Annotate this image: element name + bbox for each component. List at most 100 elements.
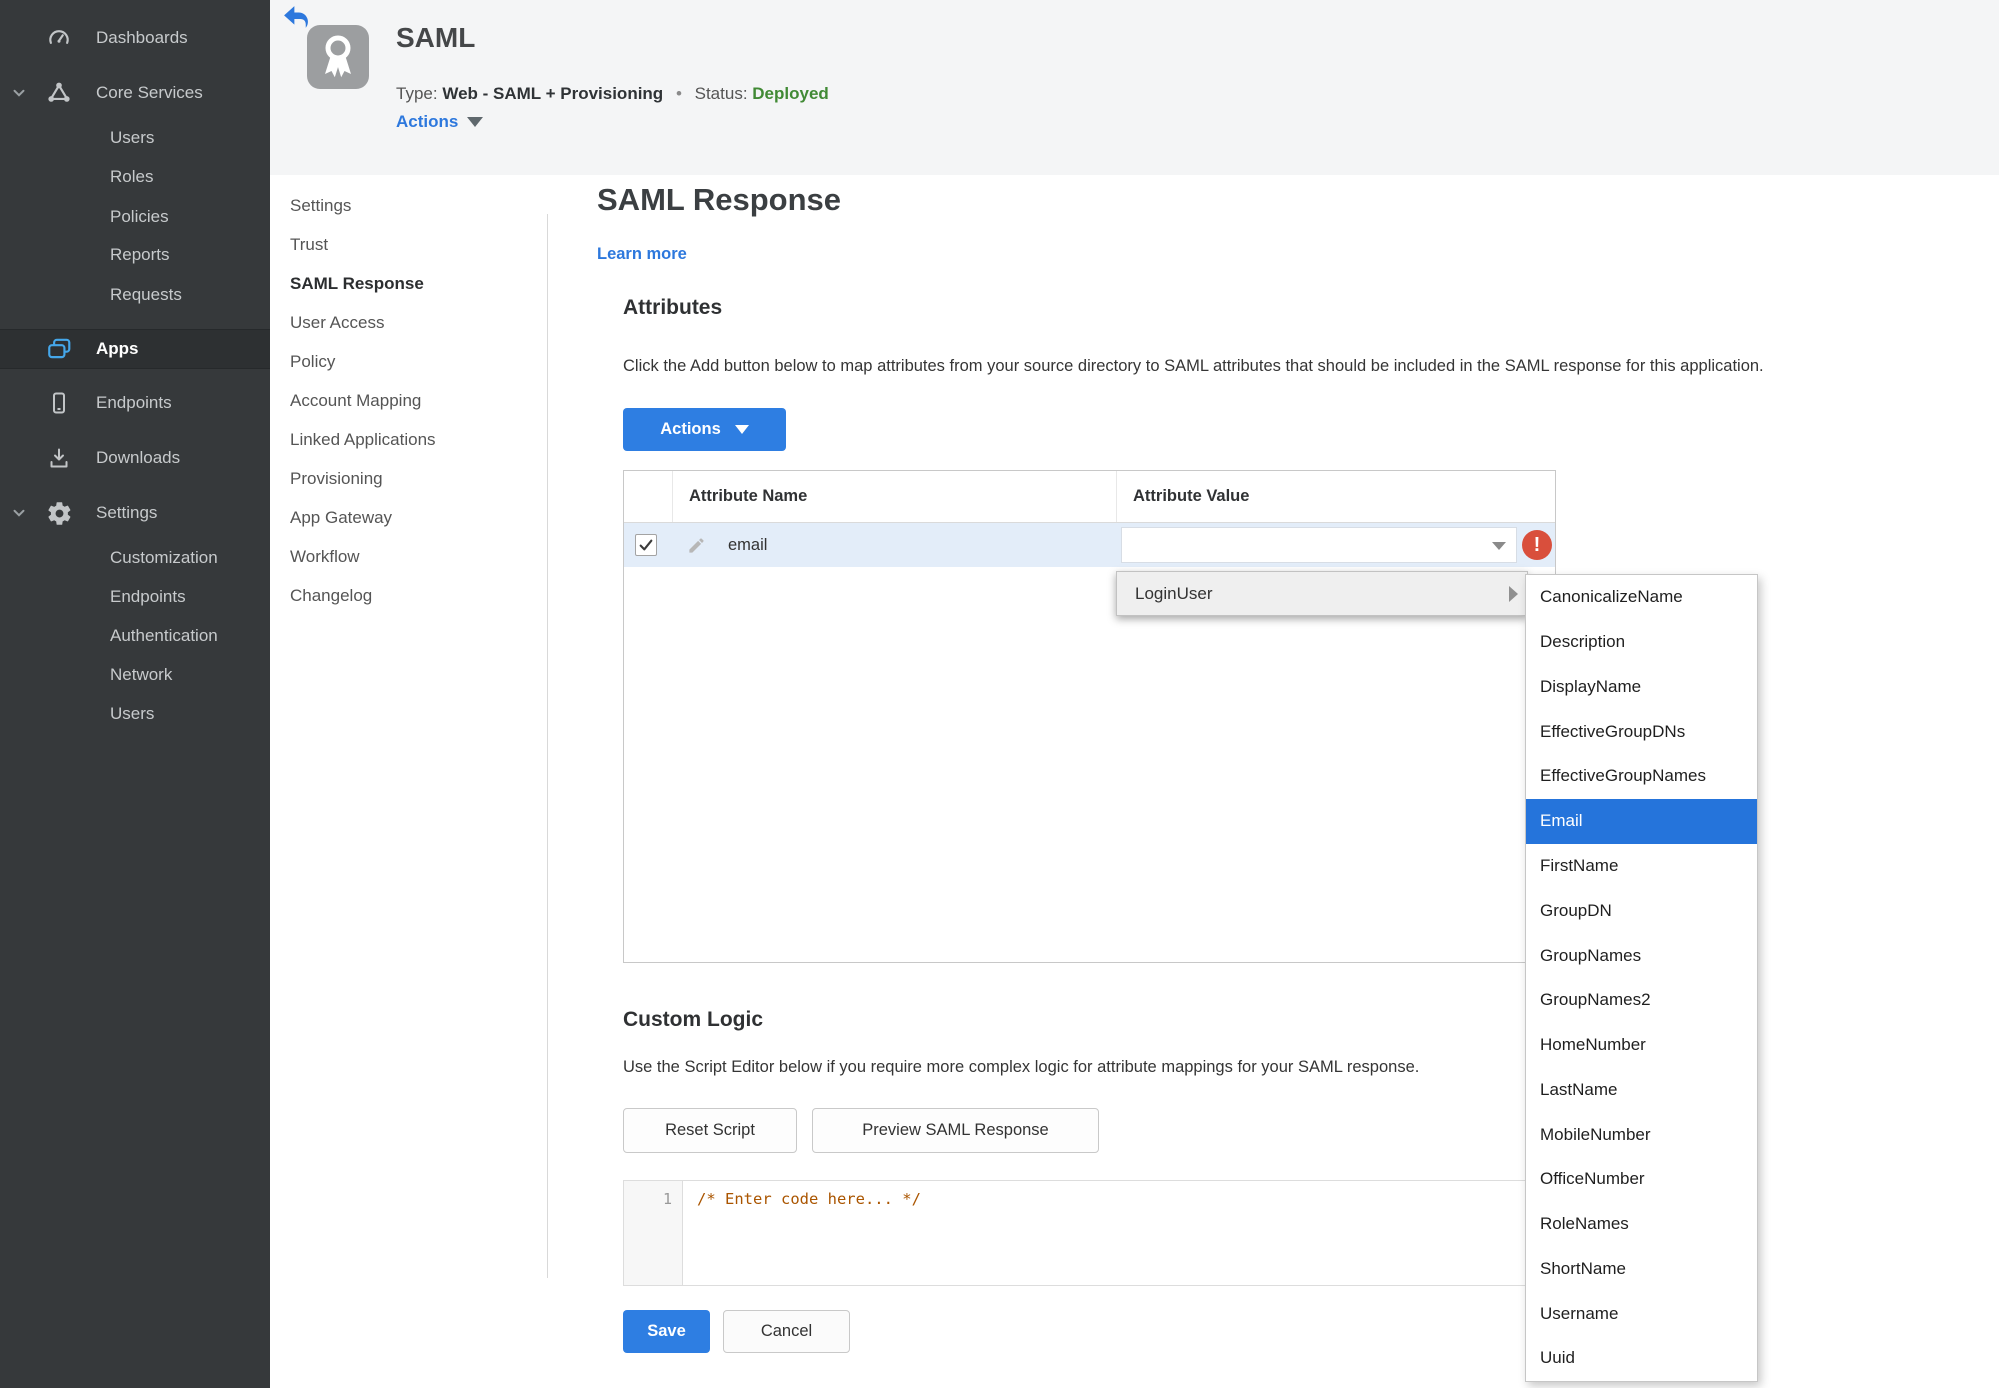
sidebar-item-roles[interactable]: Roles [0, 160, 270, 194]
back-arrow-icon[interactable] [283, 5, 309, 29]
subnav-item-workflow[interactable]: Workflow [270, 537, 547, 576]
subnav-item-settings[interactable]: Settings [270, 186, 547, 225]
sidebar-item-authentication[interactable]: Authentication [0, 619, 270, 653]
subnav-item-saml-response[interactable]: SAML Response [270, 264, 547, 303]
sidebar-item-label: Core Services [96, 83, 203, 102]
error-icon: ! [1522, 530, 1552, 560]
submenu-item-rolenames[interactable]: RoleNames [1526, 1202, 1757, 1247]
type-value: Web - SAML + Provisioning [442, 84, 664, 103]
submenu-item-description[interactable]: Description [1526, 620, 1757, 665]
sidebar-item-label: Policies [110, 207, 169, 226]
subnav-label: SAML Response [290, 273, 424, 293]
submenu-item-username[interactable]: Username [1526, 1291, 1757, 1336]
caret-down-icon [734, 425, 749, 434]
attributes-actions-label: Actions [660, 420, 721, 438]
mobile-device-icon [44, 391, 74, 415]
subnav-label: Workflow [290, 546, 360, 566]
subnav-item-account-mapping[interactable]: Account Mapping [270, 381, 547, 420]
sidebar-item-label: Authentication [110, 626, 218, 645]
sidebar-item-settings[interactable]: Settings [0, 496, 270, 530]
table-row[interactable]: email ! [624, 523, 1555, 567]
submenu-item-firstname[interactable]: FirstName [1526, 844, 1757, 889]
saml-app-icon [307, 25, 369, 94]
submenu-item-canonicalizename[interactable]: CanonicalizeName [1526, 575, 1757, 620]
subnav-item-app-gateway[interactable]: App Gateway [270, 498, 547, 537]
checkmark-icon [639, 539, 653, 551]
submenu-item-groupdn[interactable]: GroupDN [1526, 888, 1757, 933]
editor-code-content[interactable]: /* Enter code here... */ [683, 1181, 921, 1285]
attribute-value-select[interactable] [1121, 527, 1517, 563]
submenu-item-homenumber[interactable]: HomeNumber [1526, 1023, 1757, 1068]
sidebar-item-core-services[interactable]: Core Services [0, 76, 270, 110]
sidebar-item-requests[interactable]: Requests [0, 278, 270, 312]
save-button[interactable]: Save [623, 1310, 710, 1353]
submenu-item-lastname[interactable]: LastName [1526, 1067, 1757, 1112]
table-header-row: Attribute Name Attribute Value [624, 471, 1555, 523]
reset-script-button[interactable]: Reset Script [623, 1108, 797, 1153]
sidebar-item-downloads[interactable]: Downloads [0, 441, 270, 475]
sidebar-item-policies[interactable]: Policies [0, 200, 270, 234]
subnav-divider [547, 214, 548, 1278]
submenu-item-uuid[interactable]: Uuid [1526, 1336, 1757, 1381]
sidebar-item-settings-users[interactable]: Users [0, 697, 270, 731]
preview-saml-response-button[interactable]: Preview SAML Response [812, 1108, 1099, 1153]
gear-icon [44, 500, 74, 527]
sidebar-item-reports[interactable]: Reports [0, 238, 270, 272]
chevron-down-icon[interactable] [10, 504, 32, 522]
sidebar-item-label: Endpoints [96, 393, 172, 412]
core-services-icon [44, 80, 74, 106]
gauge-icon [44, 25, 74, 51]
subnav-label: Provisioning [290, 468, 383, 488]
chevron-down-icon[interactable] [10, 84, 32, 102]
submenu-item-groupnames2[interactable]: GroupNames2 [1526, 978, 1757, 1023]
caret-down-icon [1492, 542, 1506, 550]
subnav-label: Linked Applications [290, 429, 436, 449]
sidebar-item-endpoints[interactable]: Endpoints [0, 386, 270, 420]
script-editor[interactable]: 1 /* Enter code here... */ [623, 1180, 1556, 1286]
page: Dashboards Core Services Users Roles Pol… [0, 0, 1999, 1388]
submenu-item-mobilenumber[interactable]: MobileNumber [1526, 1112, 1757, 1157]
subnav-item-user-access[interactable]: User Access [270, 303, 547, 342]
sidebar-item-customization[interactable]: Customization [0, 541, 270, 575]
app-meta: Type: Web - SAML + Provisioning • Status… [396, 84, 829, 104]
submenu-item-groupnames[interactable]: GroupNames [1526, 933, 1757, 978]
attribute-value-column-header: Attribute Value [1133, 487, 1250, 505]
main-sidebar: Dashboards Core Services Users Roles Pol… [0, 0, 270, 1388]
submenu-item-officenumber[interactable]: OfficeNumber [1526, 1157, 1757, 1202]
cancel-button[interactable]: Cancel [723, 1310, 850, 1353]
attributes-table: Attribute Name Attribute Value email ! [623, 470, 1556, 963]
sidebar-item-users[interactable]: Users [0, 121, 270, 155]
select-all-column-header[interactable] [624, 471, 673, 522]
subnav-label: User Access [290, 312, 385, 332]
subnav-item-changelog[interactable]: Changelog [270, 576, 547, 615]
learn-more-link[interactable]: Learn more [597, 245, 687, 264]
sidebar-item-network[interactable]: Network [0, 658, 270, 692]
subnav-item-trust[interactable]: Trust [270, 225, 547, 264]
sidebar-item-label: Requests [110, 285, 182, 304]
app-title: SAML [396, 22, 476, 53]
row-checkbox[interactable] [635, 534, 657, 556]
sidebar-item-label: Settings [96, 503, 158, 522]
sidebar-item-apps[interactable]: Apps [0, 329, 270, 369]
sidebar-item-label: Endpoints [110, 587, 186, 606]
submenu-item-displayname[interactable]: DisplayName [1526, 665, 1757, 710]
value-menu-item-loginuser[interactable]: LoginUser [1116, 571, 1528, 616]
submenu-item-email[interactable]: Email [1526, 798, 1757, 844]
header-actions-menu[interactable]: Actions [396, 112, 484, 132]
subnav-item-linked-applications[interactable]: Linked Applications [270, 420, 547, 459]
submenu-item-effectivegroupnames[interactable]: EffectiveGroupNames [1526, 754, 1757, 799]
attributes-actions-button[interactable]: Actions [623, 408, 786, 451]
sidebar-item-label: Apps [96, 339, 139, 358]
subnav-item-provisioning[interactable]: Provisioning [270, 459, 547, 498]
submenu-item-shortname[interactable]: ShortName [1526, 1246, 1757, 1291]
pencil-icon[interactable] [687, 536, 706, 560]
sidebar-item-dashboards[interactable]: Dashboards [0, 21, 270, 55]
subnav-item-policy[interactable]: Policy [270, 342, 547, 381]
editor-line-number: 1 [624, 1181, 683, 1285]
attribute-name-column-header: Attribute Name [673, 471, 1117, 522]
sidebar-item-label: Roles [110, 167, 154, 186]
apps-icon [44, 336, 74, 362]
sidebar-item-label: Network [110, 665, 173, 684]
sidebar-item-settings-endpoints[interactable]: Endpoints [0, 580, 270, 614]
submenu-item-effectivegroupdns[interactable]: EffectiveGroupDNs [1526, 709, 1757, 754]
